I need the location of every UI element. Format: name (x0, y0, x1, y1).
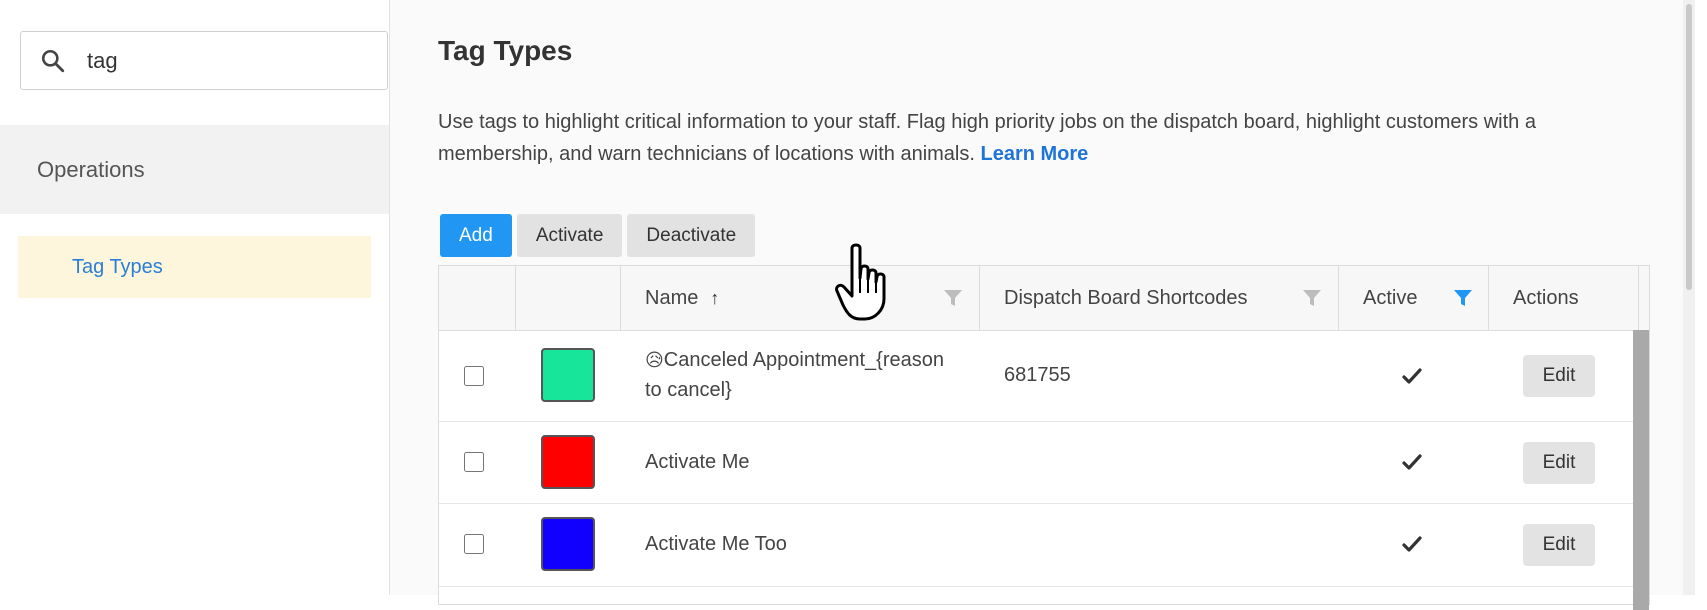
header-active[interactable]: Active (1339, 266, 1489, 330)
active-filter-icon[interactable] (1453, 288, 1473, 308)
learn-more-link[interactable]: Learn More (981, 143, 1089, 165)
row-checkbox[interactable] (464, 452, 484, 472)
add-button[interactable]: Add (440, 214, 512, 257)
edit-button[interactable]: Edit (1523, 442, 1595, 484)
tag-shortcode: 681755 (1004, 364, 1071, 386)
search-box[interactable] (20, 31, 388, 90)
emoji-icon: 😥 (645, 350, 664, 370)
main-content: Tag Types Use tags to highlight critical… (390, 0, 1695, 610)
color-swatch (541, 517, 595, 571)
color-swatch (541, 435, 595, 489)
search-input[interactable] (85, 46, 369, 75)
table-row: Activate Me Too Edit (439, 504, 1633, 587)
row-checkbox[interactable] (464, 534, 484, 554)
header-shortcodes[interactable]: Dispatch Board Shortcodes (980, 266, 1339, 330)
search-icon (40, 47, 68, 75)
header-active-label: Active (1363, 286, 1418, 309)
tag-name: Activate Me (645, 451, 750, 473)
toolbar: Add Activate Deactivate (440, 214, 760, 257)
header-name-label: Name (645, 286, 699, 309)
sidebar-section-label: Operations (37, 156, 145, 182)
filter-icon[interactable] (943, 288, 963, 308)
header-shortcodes-label: Dispatch Board Shortcodes (1004, 286, 1248, 309)
table-row: Activate Me Edit (439, 422, 1633, 504)
activate-button[interactable]: Activate (516, 214, 623, 257)
tag-name-text: Canceled Appointment_{reason to cancel} (645, 349, 944, 401)
sidebar: Operations Tag Types (0, 0, 390, 595)
checkmark-icon (1401, 451, 1423, 473)
sidebar-section-operations[interactable]: Operations (0, 125, 389, 214)
sort-ascending-icon[interactable]: ↑ (710, 288, 719, 309)
table-header: Name ↑ Dispatch Board Shortcodes Active (439, 266, 1649, 331)
checkmark-icon (1401, 533, 1423, 555)
sidebar-item-tag-types[interactable]: Tag Types (18, 236, 371, 298)
scrollbar-thumb[interactable] (1686, 4, 1692, 290)
hand-pointer-icon (835, 243, 897, 323)
page-description: Use tags to highlight critical informati… (438, 106, 1618, 170)
row-checkbox[interactable] (464, 366, 484, 386)
tag-types-table: Name ↑ Dispatch Board Shortcodes Active (438, 265, 1650, 610)
edit-button[interactable]: Edit (1523, 524, 1595, 566)
checkmark-icon (1401, 365, 1423, 387)
sidebar-item-label: Tag Types (72, 255, 163, 278)
tag-name: Activate Me Too (645, 533, 787, 555)
filter-icon[interactable] (1302, 288, 1322, 308)
tag-name: 😥Canceled Appointment_{reason to cancel} (645, 345, 965, 405)
header-actions: Actions (1489, 266, 1639, 330)
header-color-column (516, 266, 621, 330)
header-name[interactable]: Name ↑ (621, 266, 980, 330)
page-scrollbar[interactable] (1683, 0, 1695, 595)
table-scrollbar[interactable] (1633, 330, 1649, 610)
page-title: Tag Types (438, 35, 573, 66)
header-actions-label: Actions (1513, 286, 1579, 309)
deactivate-button[interactable]: Deactivate (627, 214, 756, 257)
table-row: 😥Canceled Appointment_{reason to cancel}… (439, 331, 1633, 422)
color-swatch (541, 348, 595, 402)
header-checkbox-column (439, 266, 516, 330)
edit-button[interactable]: Edit (1523, 355, 1595, 397)
